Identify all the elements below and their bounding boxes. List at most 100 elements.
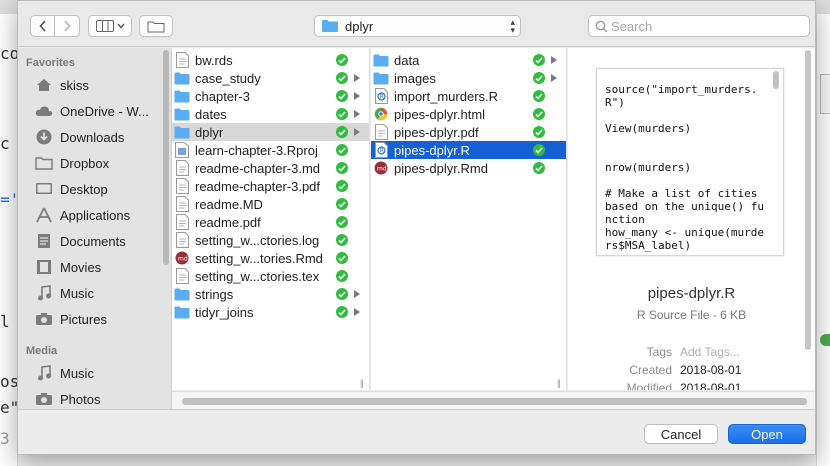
folder-icon [174, 70, 190, 86]
pdf-file-icon [373, 124, 389, 140]
file-row[interactable]: md pipes-dplyr.Rmd [371, 159, 566, 177]
file-row[interactable]: Rpipes-dplyr.R [371, 141, 566, 159]
camera-icon [34, 391, 54, 407]
meta-value-modified: 2018-08-01 [680, 381, 742, 390]
row-label: bw.rds [195, 52, 233, 68]
background-panel-box [820, 74, 830, 114]
folder-row[interactable]: images [371, 69, 566, 87]
sync-check-icon [336, 234, 348, 246]
sync-check-icon [533, 108, 545, 120]
sync-check-icon [533, 162, 545, 174]
file-row[interactable]: pipes-dplyr.html [371, 105, 566, 123]
row-label: chapter-3 [195, 88, 250, 104]
file-row[interactable]: readme-chapter-3.md [172, 159, 369, 177]
navigation-buttons [30, 15, 80, 37]
sync-check-icon [336, 54, 348, 66]
sidebar-item-label: Dropbox [60, 155, 110, 171]
sync-check-icon [336, 108, 348, 120]
sidebar-item-skiss[interactable]: skiss [34, 75, 89, 95]
horizontal-scrollbar-thumb[interactable] [182, 398, 807, 405]
svg-text:md: md [377, 166, 387, 173]
code-preview-scrollbar[interactable] [773, 71, 779, 89]
sync-check-icon [533, 72, 545, 84]
path-popup-label: dplyr [345, 18, 374, 34]
open-button[interactable]: Open [728, 424, 806, 444]
file-row[interactable]: md setting_w...tories.Rmd [172, 249, 369, 267]
sidebar-item-downloads[interactable]: Downloads [34, 127, 124, 147]
sidebar-item-music[interactable]: Music [34, 283, 94, 303]
file-row[interactable]: learn-chapter-3.Rproj [172, 141, 369, 159]
svg-text:R: R [379, 94, 383, 101]
sidebar-item-media-music[interactable]: Music [34, 363, 94, 383]
folder-row[interactable]: dplyr [172, 123, 369, 141]
folder-row[interactable]: dates [172, 105, 369, 123]
file-row[interactable]: setting_w...ctories.tex [172, 267, 369, 285]
folder-row[interactable]: chapter-3 [172, 87, 369, 105]
disclosure-arrow-icon [354, 74, 360, 82]
sidebar-item-movies[interactable]: Movies [34, 257, 101, 277]
view-mode-button[interactable] [88, 15, 132, 37]
file-row[interactable]: setting_w...ctories.log [172, 231, 369, 249]
folder-row[interactable]: case_study [172, 69, 369, 87]
sidebar-item-label: Photos [60, 391, 101, 407]
sync-check-icon [533, 126, 545, 138]
background-editor-edge: co c =' l os e" 3 [0, 14, 19, 466]
cancel-button[interactable]: Cancel [644, 424, 718, 444]
rproj-file-icon [174, 142, 190, 158]
sidebar-item-onedrive[interactable]: OneDrive - W... [34, 101, 149, 121]
row-label: readme.pdf [195, 214, 261, 230]
row-label: readme-chapter-3.pdf [195, 178, 321, 194]
folder-row[interactable]: tidyr_joins [172, 303, 369, 321]
column-resize-handle[interactable]: || [360, 378, 364, 388]
file-row[interactable]: Rimport_murders.R [371, 87, 566, 105]
pdf-file-icon [174, 178, 190, 194]
preview-scrollbar[interactable] [805, 50, 811, 350]
row-label: pipes-dplyr.pdf [394, 124, 479, 140]
sync-check-icon [336, 306, 348, 318]
row-label: dates [195, 106, 227, 122]
search-field[interactable]: Search [588, 15, 810, 37]
folder-row[interactable]: strings [172, 285, 369, 303]
sidebar-item-documents[interactable]: Documents [34, 231, 126, 251]
file-row[interactable]: readme.pdf [172, 213, 369, 231]
sidebar-scrollbar[interactable] [163, 50, 169, 265]
chevron-right-icon [64, 20, 71, 32]
html-file-icon [373, 106, 389, 122]
sidebar-item-label: Pictures [60, 311, 107, 327]
file-row[interactable]: pipes-dplyr.pdf [371, 123, 566, 141]
folder-icon [174, 106, 190, 122]
row-label: tidyr_joins [195, 304, 254, 320]
forward-button[interactable] [55, 15, 80, 37]
meta-key-created: Created [629, 363, 672, 377]
file-row[interactable]: bw.rds [172, 51, 369, 69]
add-tags-field[interactable]: Add Tags... [680, 345, 740, 359]
sidebar-item-applications[interactable]: Applications [34, 205, 130, 225]
file-row[interactable]: readme.MD [172, 195, 369, 213]
folder-icon [34, 155, 54, 171]
folder-icon [174, 124, 190, 140]
sidebar-item-pictures[interactable]: Pictures [34, 309, 107, 329]
row-label: readme-chapter-3.md [195, 160, 320, 176]
new-folder-button[interactable] [139, 15, 173, 37]
music-icon [34, 365, 54, 381]
code-preview[interactable]: source("import_murders.R") View(murders)… [596, 68, 784, 256]
sidebar-item-dropbox[interactable]: Dropbox [34, 153, 109, 173]
row-label: pipes-dplyr.Rmd [394, 160, 488, 176]
folder-row[interactable]: data [371, 51, 566, 69]
horizontal-scrollbar-track [172, 391, 815, 409]
folder-icon [373, 70, 389, 86]
sidebar-item-desktop[interactable]: Desktop [34, 179, 108, 199]
sync-check-icon [336, 126, 348, 138]
background-text-fragment: c [0, 134, 10, 153]
folder-icon [373, 52, 389, 68]
folder-icon [174, 286, 190, 302]
sync-check-icon [533, 54, 545, 66]
sidebar-item-photos[interactable]: Photos [34, 389, 100, 409]
back-button[interactable] [30, 15, 55, 37]
sync-check-icon [533, 144, 545, 156]
path-popup[interactable]: dplyr ▴ ▾ [314, 15, 521, 37]
sync-check-icon [336, 252, 348, 264]
disclosure-arrow-icon [354, 128, 360, 136]
column-resize-handle[interactable]: || [557, 378, 561, 388]
file-row[interactable]: readme-chapter-3.pdf [172, 177, 369, 195]
